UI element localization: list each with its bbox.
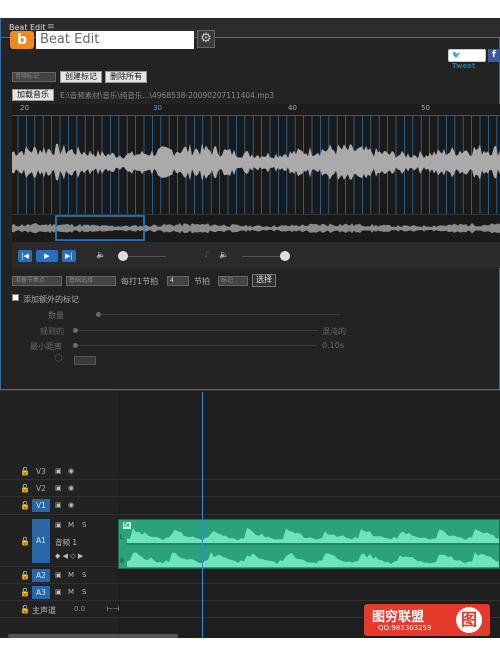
play-button[interactable]: ▶ xyxy=(36,250,58,262)
top-margin xyxy=(0,0,500,18)
waveform-main[interactable] xyxy=(12,116,500,214)
time-ruler[interactable]: 20 30 40 50 xyxy=(12,104,500,116)
plugin-name: Beat Edit xyxy=(36,31,194,49)
mute-button[interactable]: M xyxy=(68,571,74,579)
film-icon[interactable]: ▣ xyxy=(55,521,62,529)
volume-slider-handle[interactable] xyxy=(118,251,128,261)
skip-forward-icon[interactable]: ▶| xyxy=(62,250,76,262)
keyframe-icon[interactable]: ◆ ◀ ◇ ▶ xyxy=(55,552,83,560)
speaker-icon: 🔈 xyxy=(219,250,229,259)
beat-count-input[interactable]: 4 xyxy=(167,276,189,286)
quantity-label: 数量 xyxy=(48,311,64,320)
lock-icon[interactable]: 🔓 xyxy=(20,467,30,476)
film-icon[interactable]: ▣ xyxy=(55,467,62,475)
color-swatch[interactable] xyxy=(74,356,96,365)
cube-icon: ⬡ xyxy=(54,353,63,364)
watermark-qq: QQ:985303259 xyxy=(378,624,432,632)
tweet-button[interactable]: 🐦 Tweet xyxy=(448,49,486,70)
select-button[interactable]: 选择 xyxy=(252,274,276,287)
marker-dropdown[interactable]: 标记 xyxy=(218,276,248,286)
audio-clip[interactable]: fx L R xyxy=(118,519,500,569)
evenness-label: 规则的 xyxy=(40,327,64,336)
watermark-logo: 图 xyxy=(456,607,482,633)
master-volume-value[interactable]: 0.0 xyxy=(74,605,85,613)
file-path: E:\音频素材\音乐\纯音乐...\4968538-20090207111404… xyxy=(60,91,275,100)
track-row-v3: 🔓 V3 ▣ ◉ xyxy=(0,463,500,480)
track-name[interactable]: A2 xyxy=(32,569,50,582)
film-icon[interactable]: ▣ xyxy=(55,588,62,596)
rhythm-dropdown[interactable]: 准备节奏点 xyxy=(12,276,62,286)
lock-icon[interactable]: 🔓 xyxy=(20,571,30,580)
timeline-panel: 🔓 V3 ▣ ◉ 🔓 V2 ▣ ◉ 🔓 V1 ▣ ◉ 🔓 A1 ▣ M S 音频… xyxy=(0,390,500,639)
selection-dropdown[interactable]: 基础选择 xyxy=(66,276,116,286)
clip-waveform xyxy=(127,528,499,567)
watermark: 图穷联盟 QQ:985303259 图 xyxy=(364,604,490,636)
track-row-v2: 🔓 V2 ▣ ◉ xyxy=(0,480,500,497)
skip-back-icon[interactable]: |◀ xyxy=(18,250,32,262)
beat-edit-logo: b xyxy=(10,31,34,49)
track-row-a2: 🔓 A2 ▣ M S xyxy=(0,567,500,584)
chaotic-label: 混沌的 xyxy=(322,327,346,336)
pitch-icon: ♪ xyxy=(204,250,210,259)
eye-icon[interactable]: ◉ xyxy=(68,484,74,492)
settings-gear-icon[interactable]: ⚙ xyxy=(197,30,215,48)
min-distance-slider-track[interactable] xyxy=(78,345,318,346)
film-icon[interactable]: ▣ xyxy=(55,501,62,509)
watermark-title: 图穷联盟 xyxy=(372,610,425,625)
bracket-icon[interactable]: ⊢⊣ xyxy=(107,605,119,613)
master-label: 主声道 xyxy=(32,606,56,615)
lock-icon[interactable]: 🔓 xyxy=(20,484,30,493)
clip-left-channel: L xyxy=(120,534,124,541)
beat-volume-slider-handle[interactable] xyxy=(280,251,290,261)
tweet-label: Tweet xyxy=(452,62,476,70)
facebook-button[interactable]: f xyxy=(488,49,500,62)
quantity-slider-track[interactable] xyxy=(100,314,340,315)
every-beat-label: 每打1节拍 xyxy=(121,277,159,286)
ruler-label: 20 xyxy=(20,104,29,112)
track-name[interactable]: V1 xyxy=(32,499,50,512)
track-name[interactable]: V2 xyxy=(32,484,50,493)
lock-icon[interactable]: 🔓 xyxy=(20,537,30,546)
extra-markers-label: 添加额外的标记 xyxy=(23,295,79,304)
track-name[interactable]: A3 xyxy=(32,586,50,599)
min-distance-value: 0.10s xyxy=(322,341,344,350)
volume-icon: 🔈 xyxy=(96,250,106,259)
track-row-v1: 🔓 V1 ▣ ◉ xyxy=(0,497,500,515)
playhead[interactable] xyxy=(202,392,203,638)
track-name[interactable]: V3 xyxy=(32,467,50,476)
ruler-label: 40 xyxy=(288,104,297,112)
min-distance-label: 最小距离 xyxy=(30,342,62,351)
solo-button[interactable]: S xyxy=(82,521,86,529)
lock-icon[interactable]: 🔓 xyxy=(20,501,30,510)
track-name[interactable]: A1 xyxy=(32,519,50,563)
extra-markers-checkbox[interactable] xyxy=(12,294,19,301)
create-marker-button[interactable]: 创建标记 xyxy=(60,71,102,83)
ruler-label: 50 xyxy=(421,104,430,112)
solo-button[interactable]: S xyxy=(82,588,86,596)
film-icon[interactable]: ▣ xyxy=(55,571,62,579)
film-icon[interactable]: ▣ xyxy=(55,484,62,492)
ruler-label: 30 xyxy=(153,104,162,112)
eye-icon[interactable]: ◉ xyxy=(68,501,74,509)
transport-bar: |◀ ▶ ▶| 🔈 ♪ 🔈 xyxy=(12,242,500,268)
volume-slider-track[interactable] xyxy=(122,256,166,257)
mute-button[interactable]: M xyxy=(68,521,74,529)
load-music-button[interactable]: 加载音乐 xyxy=(12,89,54,101)
lock-icon[interactable]: 🔓 xyxy=(20,605,30,614)
solo-button[interactable]: S xyxy=(82,571,86,579)
waveform-overview[interactable] xyxy=(12,214,500,242)
mute-button[interactable]: M xyxy=(68,588,74,596)
lock-icon[interactable]: 🔓 xyxy=(20,588,30,597)
evenness-slider-track[interactable] xyxy=(78,330,318,331)
eye-icon[interactable]: ◉ xyxy=(68,467,74,475)
marker-type-dropdown[interactable]: 音频标记 xyxy=(12,72,56,82)
delete-all-button[interactable]: 删除所有 xyxy=(105,71,147,83)
bottom-margin xyxy=(0,638,500,650)
clip-right-channel: R xyxy=(120,558,125,565)
track-row-a3: 🔓 A3 ▣ M S xyxy=(0,584,500,601)
overview-shape xyxy=(12,222,500,234)
twitter-bird-icon: 🐦 xyxy=(452,51,461,59)
track-label: 音频 1 xyxy=(55,538,78,547)
beat-label: 节拍 xyxy=(194,277,210,286)
